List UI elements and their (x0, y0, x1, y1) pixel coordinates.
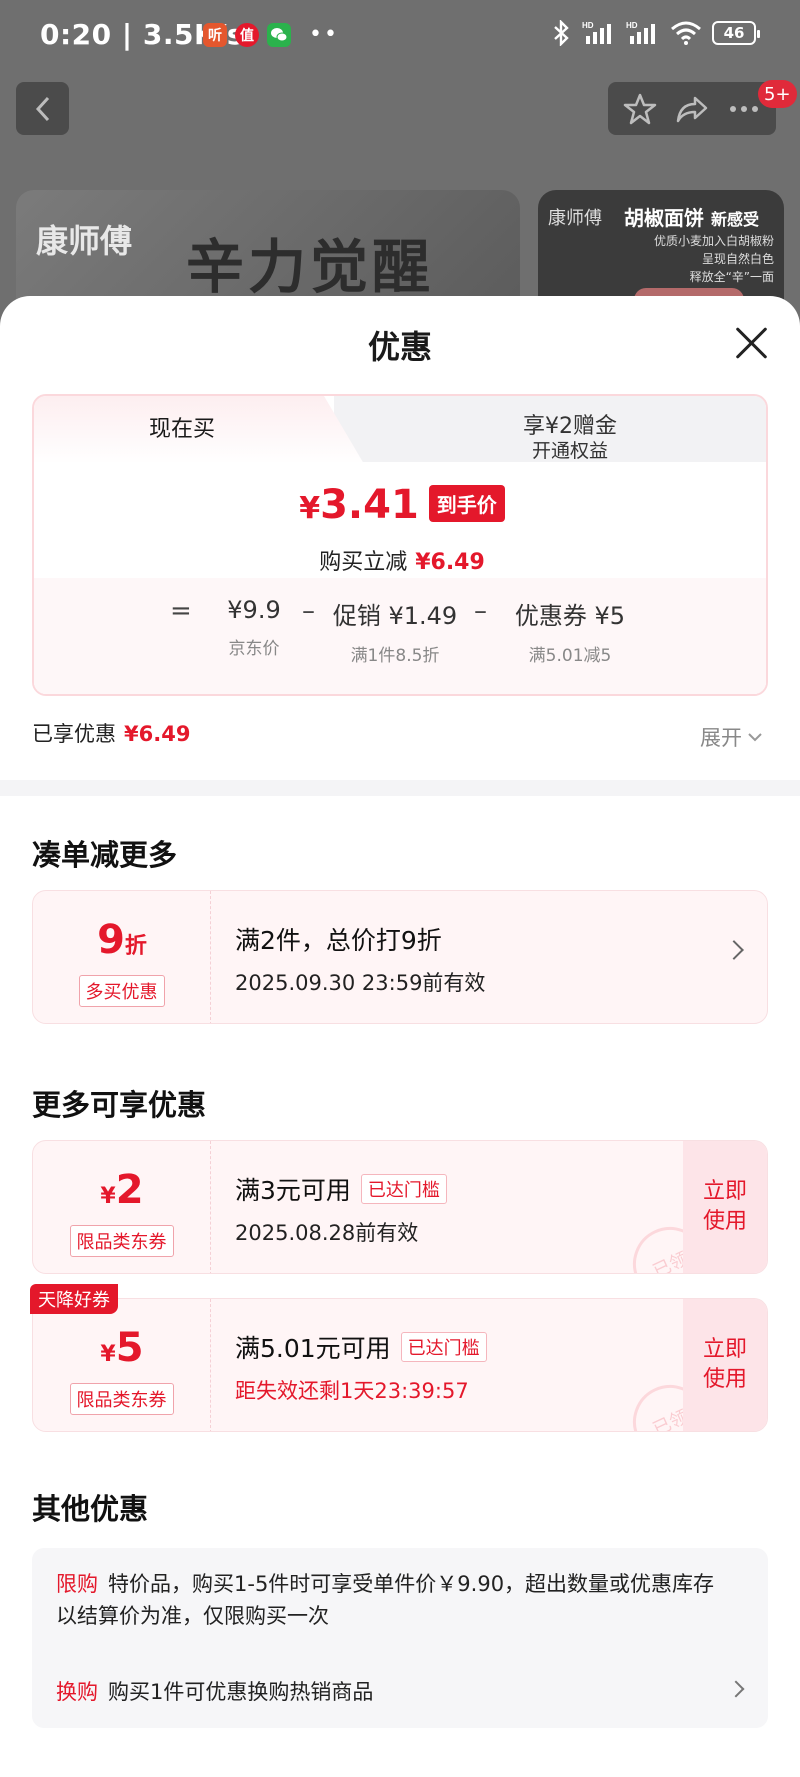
section-title-coupons: 更多可享优惠 (32, 1088, 207, 1122)
coupon-left: ¥2 限品类东券 (33, 1141, 211, 1273)
chevron-right-icon (727, 1680, 745, 1698)
other-offers-box: 限购 特价品，购买1-5件时可享受单件价￥9.90，超出数量或优惠库存以结算价为准… (32, 1548, 768, 1728)
svg-text:HD: HD (626, 21, 638, 30)
coupon-amount: ¥2 (100, 1167, 144, 1213)
bundle-offer-left: 9折 多买优惠 (33, 891, 211, 1023)
coupon-amount: ¥5 (100, 1325, 144, 1371)
use-coupon-button[interactable]: 立即 使用 (683, 1299, 767, 1431)
ting-icon: 听 (203, 22, 227, 47)
chevron-down-icon (748, 733, 762, 742)
side-brand-logo: 康师傅 (548, 208, 602, 229)
product-banner: 康师傅 辛力觉醒 (16, 190, 520, 310)
bundle-tag: 多买优惠 (78, 975, 165, 1007)
close-icon[interactable] (734, 326, 768, 360)
purchase-limit-item: 限购 特价品，购买1-5件时可享受单件价￥9.90，超出数量或优惠库存以结算价为准… (56, 1572, 715, 1628)
discount-sheet: 优惠 享¥2赠金 开通权益 现在买 ¥3.41 到手价 购买立减 ¥6.49 = … (0, 296, 800, 1777)
banner-headline: 辛力觉醒 (186, 233, 435, 301)
coupon-countdown: 距失效还剩1天23:39:57 (235, 1379, 469, 1403)
star-icon[interactable] (623, 92, 657, 126)
side-line: 释放全“辛”一面 (689, 270, 774, 284)
bundle-validity: 2025.09.30 23:59前有效 (235, 971, 486, 995)
tab-membership-subtitle: 开通权益 (531, 440, 608, 462)
bundle-offer-info: 满2件，总价打9折 2025.09.30 23:59前有效 (235, 921, 485, 997)
bundle-discount: 9折 (97, 917, 147, 963)
back-button[interactable] (16, 82, 69, 135)
jd-price: ¥9.9 京东价 (227, 596, 281, 659)
final-price: ¥3.41 (299, 482, 419, 528)
battery-icon: 46 (712, 21, 760, 45)
equals-sign: = (170, 596, 192, 626)
screen: 0:20 | 3.5K/s 听 值 •• HD HD 46 5+ 康师傅 辛力觉… (0, 0, 800, 1777)
instant-discount: 购买立减 ¥6.49 (319, 550, 485, 575)
use-coupon-button[interactable]: 立即 使用 (683, 1141, 767, 1273)
signal-hd-icon: HD (582, 21, 611, 44)
section-title-bundle: 凑单减更多 (32, 838, 178, 872)
brand-logo: 康师傅 (36, 222, 133, 260)
status-right: HD HD 46 (552, 20, 760, 46)
chevron-right-icon (724, 940, 744, 960)
coupon-info: 满5.01元可用 已达门槛 距失效还剩1天23:39:57 (235, 1329, 487, 1405)
coupon-condition: 满3元可用 已达门槛 (235, 1171, 447, 1207)
side-title: 胡椒面饼 新感受 (624, 206, 759, 230)
section-divider (0, 780, 800, 796)
status-bar: 0:20 | 3.5K/s 听 值 •• HD HD 46 (0, 0, 800, 72)
expand-button[interactable]: 展开 (700, 722, 762, 752)
chevron-left-icon (35, 96, 49, 121)
final-price-tag: 到手价 (428, 485, 505, 522)
price-card: 享¥2赠金 开通权益 现在买 ¥3.41 到手价 购买立减 ¥6.49 = ¥9.… (32, 394, 768, 696)
coupon-discount: 优惠券 ¥5 满5.01减5 (514, 602, 626, 666)
bundle-offer-card[interactable]: 9折 多买优惠 满2件，总价打9折 2025.09.30 23:59前有效 (32, 890, 768, 1024)
section-title-other: 其他优惠 (32, 1492, 149, 1526)
message-badge: 5+ (758, 80, 797, 108)
side-line: 优质小麦加入白胡椒粉 (653, 234, 774, 248)
signal-hd-icon-2: HD (626, 21, 655, 44)
wifi-icon (671, 21, 701, 45)
side-line: 呈现自然白色 (701, 252, 774, 266)
coupon-card: ¥5 限品类东券 满5.01元可用 已达门槛 距失效还剩1天23:39:57 已领… (32, 1298, 768, 1432)
coupon-info: 满3元可用 已达门槛 2025.08.28前有效 (235, 1171, 447, 1247)
more-icon[interactable] (727, 92, 761, 126)
svg-text:HD: HD (582, 21, 594, 30)
tab-buy-now-label: 现在买 (148, 417, 215, 442)
product-banner-side: 康师傅 胡椒面饼 新感受 优质小麦加入白胡椒粉 呈现自然白色 释放全“辛”一面 (538, 190, 784, 310)
sheet-title: 优惠 (367, 328, 432, 366)
bundle-condition: 满2件，总价打9折 (235, 926, 442, 955)
coupon-condition: 满5.01元可用 已达门槛 (235, 1329, 487, 1365)
trade-in-item[interactable]: 换购 购买1件可优惠换购热销商品 (56, 1676, 716, 1706)
saved-discount: 已享优惠 ¥6.49 (32, 722, 191, 746)
coupon-card: ¥2 限品类东券 满3元可用 已达门槛 2025.08.28前有效 已领 立即 使用 (32, 1140, 768, 1274)
minus-sign: – (302, 596, 315, 626)
minus-sign: – (474, 596, 487, 626)
share-icon[interactable] (675, 92, 709, 126)
promo-discount: 促销 ¥1.49 满1件8.5折 (332, 602, 458, 666)
header-actions (608, 82, 776, 135)
threshold-met-tag: 已达门槛 (360, 1174, 447, 1204)
coupon-left: ¥5 限品类东券 (33, 1299, 211, 1431)
coupon-scope-tag: 限品类东券 (69, 1225, 174, 1257)
price-formula: = ¥9.9 京东价 – 促销 ¥1.49 满1件8.5折 – 优惠券 ¥5 满… (34, 578, 766, 694)
coupon-scope-tag: 限品类东券 (69, 1383, 174, 1415)
final-price-row: ¥3.41 到手价 (34, 482, 766, 528)
more-notifications-icon: •• (309, 22, 339, 47)
bluetooth-icon (554, 20, 569, 46)
threshold-met-tag: 已达门槛 (400, 1332, 487, 1362)
lucky-coupon-badge: 天降好券 (30, 1284, 118, 1314)
wechat-icon (267, 22, 291, 47)
price-body: ¥3.41 到手价 购买立减 ¥6.49 = ¥9.9 京东价 – 促销 ¥1.4… (34, 462, 766, 694)
status-app-icons: 听 值 •• (203, 22, 339, 47)
coupon-validity: 2025.08.28前有效 (235, 1221, 419, 1245)
zhi-icon: 值 (235, 22, 259, 47)
